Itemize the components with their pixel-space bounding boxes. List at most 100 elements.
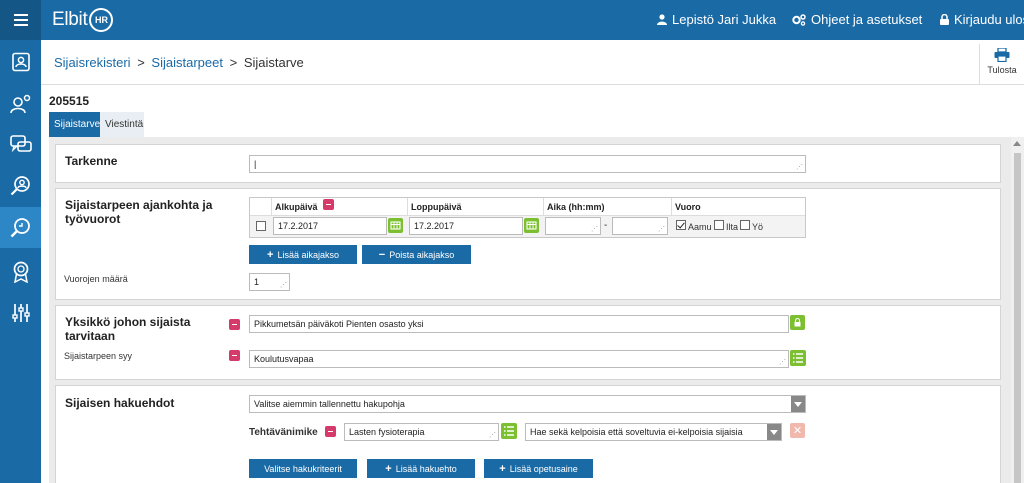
award-icon bbox=[13, 261, 28, 283]
tarkenne-input[interactable]: | ⋰ bbox=[249, 155, 806, 173]
chevron-down-icon bbox=[767, 424, 781, 440]
breadcrumb-current: Sijaistarve bbox=[243, 55, 304, 70]
person-search-icon bbox=[10, 175, 30, 195]
header-end-label: Loppupäivä bbox=[411, 202, 462, 212]
remove-period-button[interactable]: − Poista aikajakso bbox=[362, 245, 471, 264]
chevron-down-icon bbox=[791, 396, 805, 412]
table-header-time: Aika (hh:mm) bbox=[544, 198, 672, 216]
end-time-input[interactable]: ⋰ bbox=[612, 217, 668, 235]
logout-link[interactable]: Kirjaudu ulos bbox=[940, 12, 1024, 27]
printer-icon bbox=[994, 48, 1010, 62]
add-condition-button[interactable]: + Lisää hakuehto bbox=[367, 459, 475, 478]
breadcrumb-link-registry[interactable]: Sijaisrekisteri bbox=[54, 55, 131, 70]
template-select[interactable]: Valitse aiemmin tallennettu hakupohja bbox=[249, 395, 806, 413]
close-icon[interactable]: ✕ bbox=[790, 423, 805, 438]
tarkenne-title: Tarkenne bbox=[65, 154, 118, 168]
add-subject-label: Lisää opetusaine bbox=[509, 463, 578, 474]
id-card-icon bbox=[11, 52, 30, 71]
job-title-label: Tehtävänimike bbox=[249, 427, 318, 438]
search-icon bbox=[10, 217, 30, 237]
tab-sijaistarve[interactable]: Sijaistarve bbox=[49, 112, 100, 137]
unit-input[interactable]: Pikkumetsän päiväkoti Pienten osasto yks… bbox=[249, 315, 789, 333]
end-date-value: 17.2.2017 bbox=[414, 221, 455, 231]
breadcrumb-link-needs[interactable]: Sijaistarpeet bbox=[151, 55, 223, 70]
scroll-up-arrow[interactable] bbox=[1013, 141, 1021, 146]
sidebar-substitute-search[interactable] bbox=[0, 207, 41, 248]
tab-viestinta[interactable]: Viestintä bbox=[100, 112, 144, 137]
calendar-icon[interactable] bbox=[524, 218, 539, 233]
add-subject-button[interactable]: + Lisää opetusaine bbox=[484, 459, 593, 478]
select-criteria-label: Valitse hakukriteerit bbox=[264, 463, 342, 474]
scrollbar[interactable] bbox=[1011, 137, 1024, 483]
required-icon bbox=[229, 319, 240, 330]
logo-text: Elbit bbox=[52, 9, 88, 30]
shift-night-label: Yö bbox=[752, 222, 764, 232]
resize-grip-icon: ⋰ bbox=[489, 432, 496, 439]
eligibility-select[interactable]: Hae sekä kelpoisia että soveltuvia ei-ke… bbox=[525, 423, 782, 441]
table-header-start: Alkupäivä bbox=[272, 198, 408, 216]
list-picker-icon[interactable] bbox=[790, 350, 806, 366]
required-icon bbox=[325, 426, 336, 437]
sidebar-messages[interactable] bbox=[0, 124, 41, 165]
resize-grip-icon: ⋰ bbox=[591, 226, 598, 233]
reason-value: Koulutusvapaa bbox=[254, 354, 314, 364]
start-time-input[interactable]: ⋰ bbox=[545, 217, 601, 235]
header-start-label: Alkupäivä bbox=[275, 202, 318, 212]
help-settings-link[interactable]: Ohjeet ja asetukset bbox=[792, 12, 922, 27]
timing-title: Sijaistarpeen ajankohta ja työvuorot bbox=[65, 198, 213, 226]
sidebar-person-settings[interactable] bbox=[0, 83, 41, 124]
user-menu[interactable]: Lepistö Jari Jukka bbox=[657, 12, 776, 27]
scroll-thumb[interactable] bbox=[1014, 153, 1021, 483]
row-select-checkbox[interactable] bbox=[256, 221, 266, 231]
shift-night-checkbox[interactable] bbox=[740, 220, 750, 230]
start-date-input[interactable]: 17.2.2017 bbox=[273, 217, 387, 235]
person-gear-icon bbox=[9, 94, 30, 113]
reason-input[interactable]: Koulutusvapaa ⋰ bbox=[249, 350, 789, 368]
shift-morning-checkbox[interactable] bbox=[676, 220, 686, 230]
user-name: Lepistö Jari Jukka bbox=[672, 12, 777, 27]
minus-icon: − bbox=[378, 248, 386, 261]
print-button[interactable]: Tulosta bbox=[979, 44, 1024, 84]
gear-icon bbox=[792, 13, 806, 26]
select-criteria-button[interactable]: Valitse hakukriteerit bbox=[249, 459, 357, 478]
sliders-icon bbox=[11, 303, 30, 322]
sidebar-qualifications[interactable] bbox=[0, 251, 41, 292]
shift-count-input[interactable]: 1 ⋰ bbox=[249, 273, 290, 291]
required-icon bbox=[229, 350, 240, 361]
menu-icon[interactable] bbox=[0, 0, 41, 40]
sidebar bbox=[0, 40, 41, 483]
plus-icon: + bbox=[385, 462, 392, 475]
start-date-value: 17.2.2017 bbox=[278, 221, 319, 231]
breadcrumb: Sijaisrekisteri > Sijaistarpeet > Sijais… bbox=[54, 55, 304, 70]
sidebar-person-search[interactable] bbox=[0, 165, 41, 206]
sidebar-profile-card[interactable] bbox=[0, 41, 41, 82]
app-logo[interactable]: Elbit HR bbox=[52, 7, 114, 33]
calendar-icon[interactable] bbox=[388, 218, 403, 233]
add-period-label: Lisää aikajakso bbox=[277, 249, 339, 260]
unit-value: Pikkumetsän päiväkoti Pienten osasto yks… bbox=[254, 319, 424, 329]
shift-evening-checkbox[interactable] bbox=[714, 220, 724, 230]
reason-label: Sijaistarpeen syy bbox=[64, 351, 133, 361]
sidebar-settings[interactable] bbox=[0, 292, 41, 333]
unit-title: Yksikkö johon sijaista tarvitaan bbox=[65, 315, 191, 343]
breadcrumb-separator: > bbox=[137, 55, 145, 70]
add-period-button[interactable]: + Lisää aikajakso bbox=[249, 245, 357, 264]
resize-grip-icon: ⋰ bbox=[658, 226, 665, 233]
job-title-value: Lasten fysioterapia bbox=[349, 427, 425, 437]
search-title: Sijaisen hakuehdot bbox=[65, 396, 175, 410]
end-date-input[interactable]: 17.2.2017 bbox=[409, 217, 523, 235]
list-picker-icon[interactable] bbox=[501, 423, 517, 439]
table-header-shift: Vuoro bbox=[672, 198, 805, 216]
time-separator: - bbox=[604, 220, 608, 231]
resize-grip-icon: ⋰ bbox=[796, 164, 803, 171]
logout-label: Kirjaudu ulos bbox=[954, 12, 1024, 27]
header-time-label: Aika (hh:mm) bbox=[547, 202, 605, 212]
job-title-input[interactable]: Lasten fysioterapia ⋰ bbox=[344, 423, 499, 441]
table-header-end: Loppupäivä bbox=[408, 198, 544, 216]
resize-grip-icon: ⋰ bbox=[280, 282, 287, 289]
unit-lock-icon[interactable] bbox=[790, 315, 805, 330]
plus-icon: + bbox=[267, 248, 274, 261]
shift-morning-label: Aamu bbox=[688, 222, 712, 232]
lock-icon bbox=[940, 14, 949, 25]
eligibility-select-value: Hae sekä kelpoisia että soveltuvia ei-ke… bbox=[530, 427, 743, 437]
